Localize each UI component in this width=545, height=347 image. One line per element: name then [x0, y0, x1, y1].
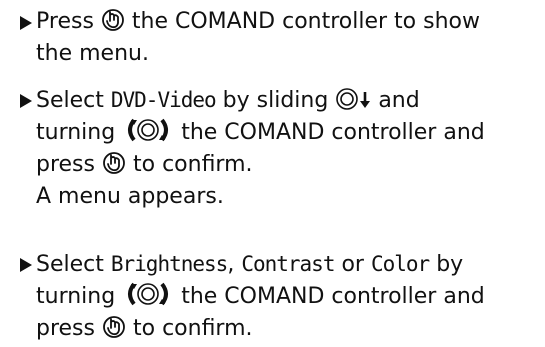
menu-item-color: Color — [370, 252, 430, 276]
menu-item-dvd-video: DVD-Video — [110, 88, 217, 112]
bullet-arrow-icon — [20, 16, 32, 30]
step-3: Select Brightness, Contrast or Color by … — [20, 248, 540, 345]
step-2-line-1: Select DVD-Video by sliding and — [36, 87, 420, 113]
step-1-line-1: Press the COMAND controller to show — [36, 6, 540, 38]
step-3-line-2: turning the COMAND controller and — [36, 281, 540, 313]
bullet-arrow-icon — [20, 258, 32, 272]
step-3-line-3: press to confirm. — [36, 313, 540, 345]
step-2: Select DVD-Video by sliding and turning … — [20, 84, 540, 213]
menu-item-brightness: Brightness — [110, 252, 228, 276]
step-1-line-2: the menu. — [36, 41, 149, 66]
controller-press-icon — [102, 149, 126, 175]
step-2-line-3: press to confirm. — [36, 149, 540, 181]
menu-item-contrast: Contrast — [241, 252, 335, 276]
controller-turn-icon — [122, 281, 174, 307]
step-3-line-1: Select Brightness, Contrast or Color by — [36, 252, 464, 277]
controller-slide-down-icon — [335, 87, 371, 111]
step-1: Press the COMAND controller to show the … — [20, 6, 540, 70]
bullet-arrow-icon — [20, 94, 32, 108]
controller-press-icon — [102, 313, 126, 339]
controller-turn-icon — [122, 117, 174, 143]
step-2-line-2: turning the COMAND controller and — [36, 117, 540, 149]
controller-press-icon — [101, 6, 125, 32]
step-2-result: A menu appears. — [36, 184, 224, 209]
